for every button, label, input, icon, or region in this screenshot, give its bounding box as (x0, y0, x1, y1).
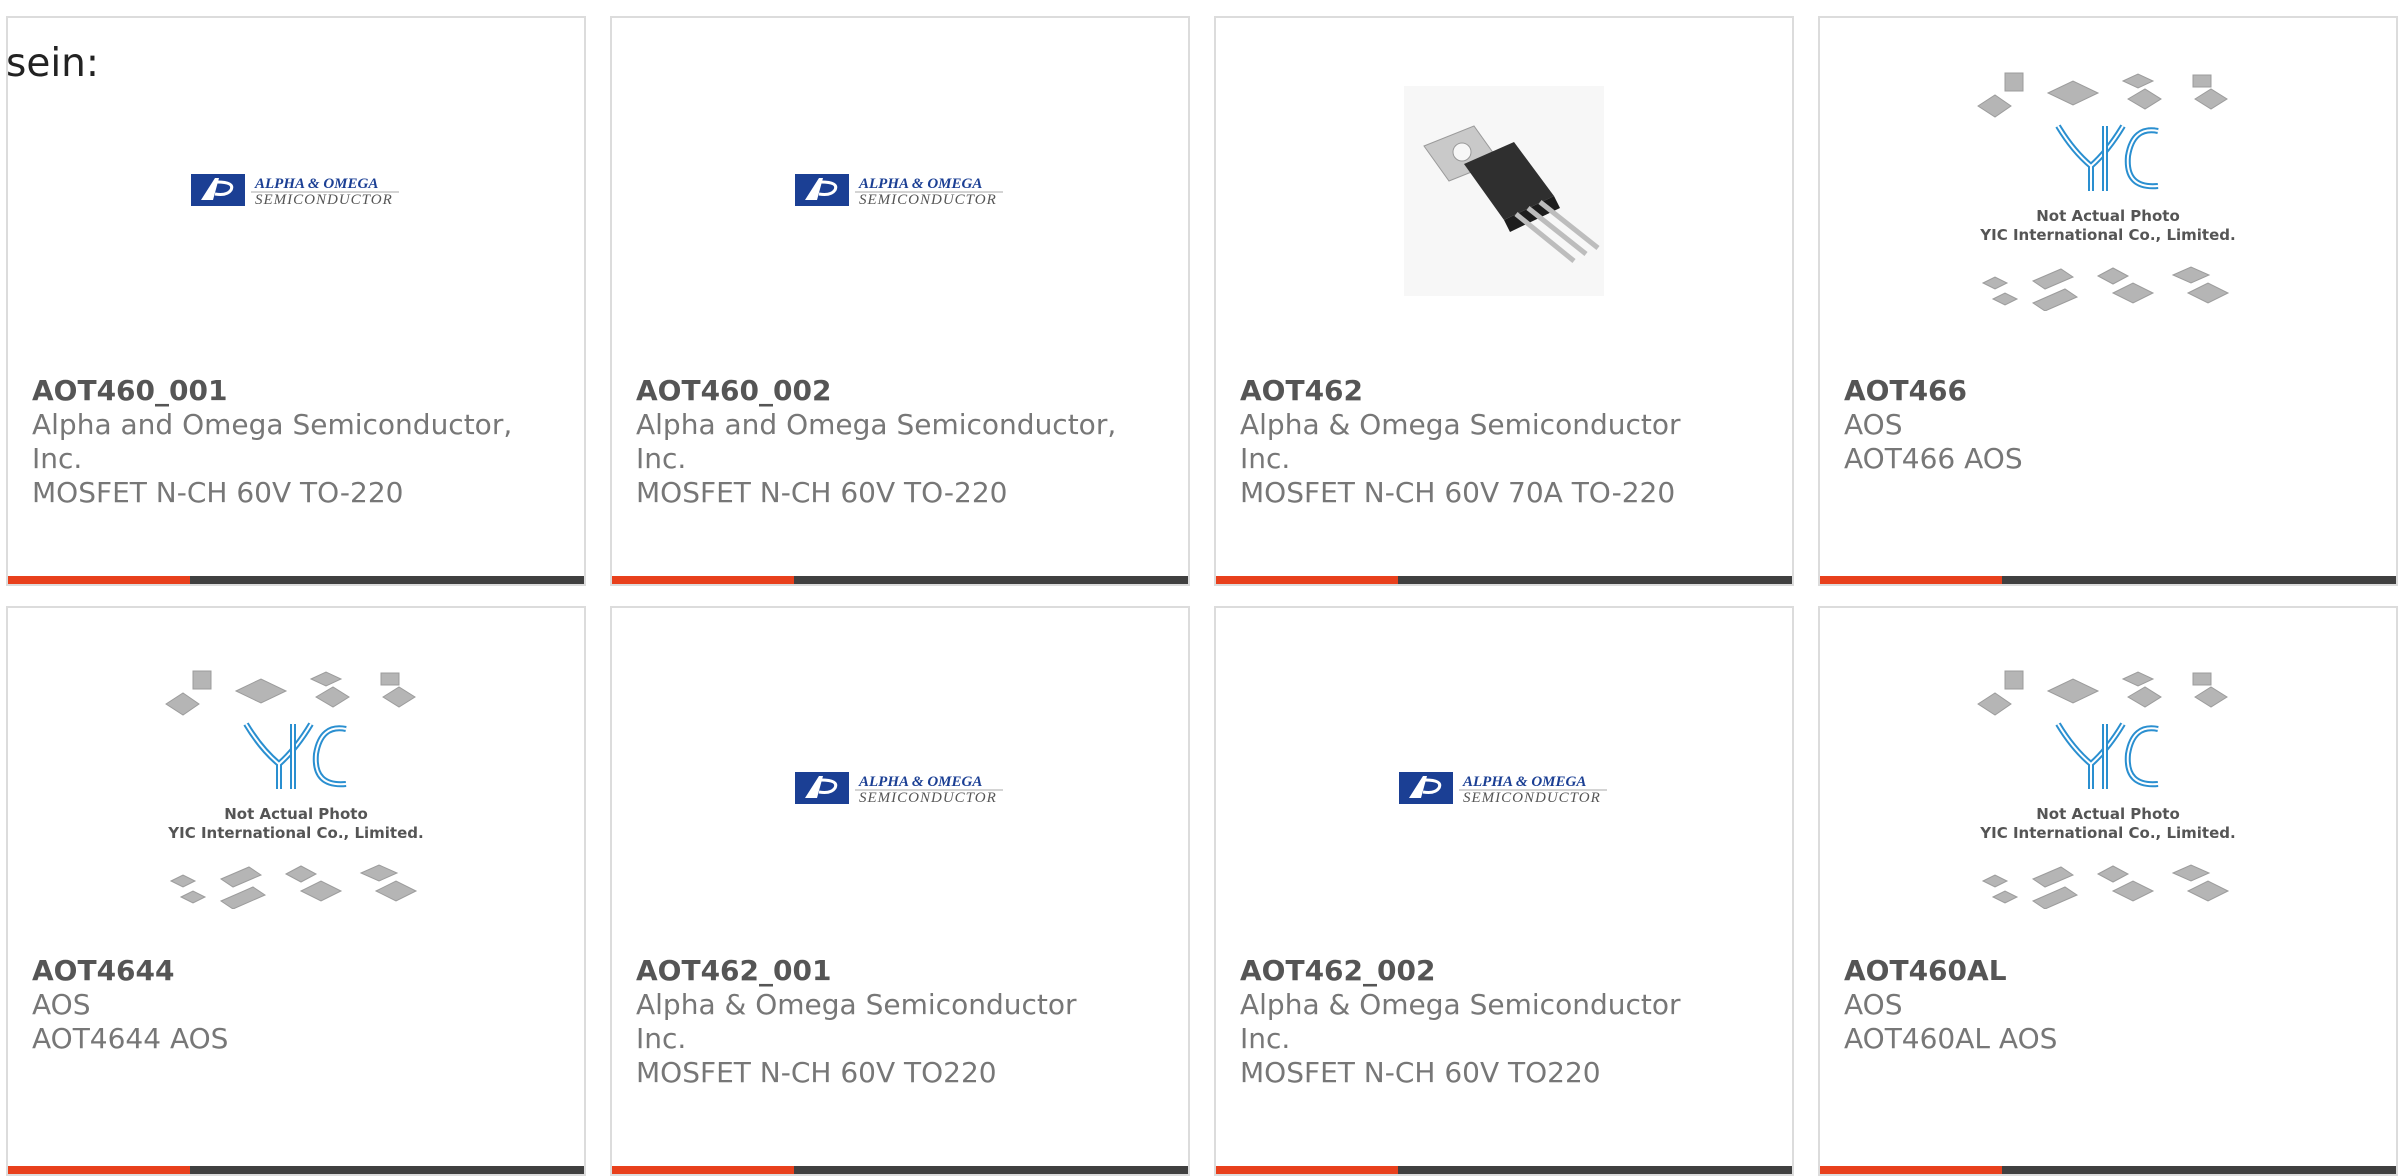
aos-logo-line1: ALPHA & OMEGA (858, 176, 982, 192)
product-card[interactable]: AOT462 Alpha & Omega Semiconductor Inc. MO… (1214, 16, 1794, 586)
to220-photo (1404, 86, 1604, 296)
product-info: AOT462 Alpha & Omega Semiconductor Inc. MO… (1240, 374, 1768, 510)
product-image[interactable]: ALPHA & OMEGA SEMICONDUCTOR (612, 674, 1188, 904)
yic-placeholder-image: Not Actual Photo YIC International Co., … (1977, 72, 2236, 311)
product-info: AOT460_002 Alpha and Omega Semiconductor,… (636, 374, 1164, 510)
aos-logo: ALPHA & OMEGA SEMICONDUCTOR (1399, 772, 1607, 806)
product-manufacturer: Alpha & Omega Semiconductor Inc. (1240, 408, 1681, 475)
aos-logo: ALPHA & OMEGA SEMICONDUCTOR (795, 174, 1003, 208)
card-accent-bar (1820, 1166, 2396, 1174)
product-part-number[interactable]: AOT460_001 (32, 374, 560, 408)
product-image[interactable] (1216, 76, 1792, 306)
product-part-number[interactable]: AOT462_002 (1240, 954, 1768, 988)
product-part-number[interactable]: AOT462_001 (636, 954, 1164, 988)
aos-logo: ALPHA & OMEGA SEMICONDUCTOR (191, 174, 399, 208)
product-card[interactable]: Not Actual Photo YIC International Co., … (6, 606, 586, 1176)
product-part-number[interactable]: AOT4644 (32, 954, 560, 988)
product-part-number[interactable]: AOT460AL (1844, 954, 2372, 988)
product-info: AOT462_001 Alpha & Omega Semiconductor In… (636, 954, 1164, 1090)
product-card[interactable]: ALPHA & OMEGA SEMICONDUCTOR AOT462_002 Al… (1214, 606, 1794, 1176)
product-description: AOT460AL AOS (1844, 1022, 2058, 1055)
aos-logo-line2: SEMICONDUCTOR (255, 192, 393, 208)
yic-caption-2: YIC International Co., Limited. (1979, 226, 2235, 244)
product-image[interactable]: Not Actual Photo YIC International Co., … (1820, 72, 2396, 311)
aos-logo-line2: SEMICONDUCTOR (859, 192, 997, 208)
product-info: AOT460AL AOS AOT460AL AOS (1844, 954, 2372, 1056)
yic-caption-2: YIC International Co., Limited. (167, 824, 423, 842)
card-accent-bar (8, 1166, 584, 1174)
product-description: AOT466 AOS (1844, 442, 2023, 475)
card-accent-bar (1216, 576, 1792, 584)
product-description: MOSFET N-CH 60V TO-220 (636, 476, 1008, 509)
product-manufacturer: AOS (1844, 408, 1903, 441)
product-card[interactable]: ALPHA & OMEGA SEMICONDUCTOR AOT460_002 Al… (610, 16, 1190, 586)
aos-logo-line1: ALPHA & OMEGA (1462, 774, 1586, 790)
product-description: AOT4644 AOS (32, 1022, 229, 1055)
product-description: MOSFET N-CH 60V TO-220 (32, 476, 404, 509)
card-accent-bar (1216, 1166, 1792, 1174)
product-description: MOSFET N-CH 60V 70A TO-220 (1240, 476, 1676, 509)
product-info: AOT466 AOS AOT466 AOS (1844, 374, 2372, 476)
yic-caption-2: YIC International Co., Limited. (1979, 824, 2235, 842)
product-info: AOT4644 AOS AOT4644 AOS (32, 954, 560, 1056)
aos-logo-line2: SEMICONDUCTOR (859, 790, 997, 806)
yic-caption-1: Not Actual Photo (2036, 805, 2180, 823)
product-part-number[interactable]: AOT460_002 (636, 374, 1164, 408)
product-info: AOT460_001 Alpha and Omega Semiconductor,… (32, 374, 560, 510)
card-accent-bar (612, 576, 1188, 584)
aos-logo-line1: ALPHA & OMEGA (254, 176, 378, 192)
intro-text: sein: (6, 41, 100, 86)
card-accent-bar (8, 576, 584, 584)
aos-logo-line1: ALPHA & OMEGA (858, 774, 982, 790)
product-part-number[interactable]: AOT462 (1240, 374, 1768, 408)
product-manufacturer: Alpha & Omega Semiconductor Inc. (1240, 988, 1681, 1055)
product-part-number[interactable]: AOT466 (1844, 374, 2372, 408)
aos-logo-line2: SEMICONDUCTOR (1463, 790, 1601, 806)
product-image[interactable]: ALPHA & OMEGA SEMICONDUCTOR (612, 76, 1188, 306)
product-manufacturer: Alpha & Omega Semiconductor Inc. (636, 988, 1077, 1055)
yic-caption-1: Not Actual Photo (224, 805, 368, 823)
card-accent-bar (1820, 576, 2396, 584)
product-image[interactable]: ALPHA & OMEGA SEMICONDUCTOR (1216, 674, 1792, 904)
product-manufacturer: AOS (32, 988, 91, 1021)
product-manufacturer: Alpha and Omega Semiconductor, Inc. (32, 408, 513, 475)
product-card[interactable]: Not Actual Photo YIC International Co., … (1818, 606, 2398, 1176)
aos-logo: ALPHA & OMEGA SEMICONDUCTOR (795, 772, 1003, 806)
product-image[interactable]: Not Actual Photo YIC International Co., … (1820, 670, 2396, 909)
product-description: MOSFET N-CH 60V TO220 (636, 1056, 997, 1089)
product-card[interactable]: Not Actual Photo YIC International Co., … (1818, 16, 2398, 586)
yic-placeholder-image: Not Actual Photo YIC International Co., … (1977, 670, 2236, 909)
product-card[interactable]: ALPHA & OMEGA SEMICONDUCTOR AOT460_001 Al… (6, 16, 586, 586)
product-image[interactable]: Not Actual Photo YIC International Co., … (8, 670, 584, 909)
product-description: MOSFET N-CH 60V TO220 (1240, 1056, 1601, 1089)
product-info: AOT462_002 Alpha & Omega Semiconductor In… (1240, 954, 1768, 1090)
yic-caption-1: Not Actual Photo (2036, 207, 2180, 225)
product-manufacturer: Alpha and Omega Semiconductor, Inc. (636, 408, 1117, 475)
product-card[interactable]: ALPHA & OMEGA SEMICONDUCTOR AOT462_001 Al… (610, 606, 1190, 1176)
yic-placeholder-image: Not Actual Photo YIC International Co., … (165, 670, 424, 909)
product-image[interactable]: ALPHA & OMEGA SEMICONDUCTOR (8, 76, 584, 306)
product-manufacturer: AOS (1844, 988, 1903, 1021)
card-accent-bar (612, 1166, 1188, 1174)
